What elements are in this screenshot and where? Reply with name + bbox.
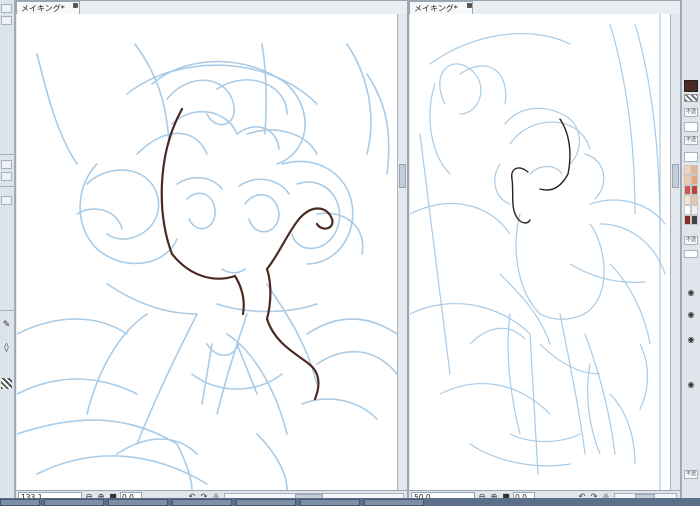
transparent-color-swatch[interactable] — [684, 94, 698, 102]
canvas-right[interactable] — [410, 14, 670, 490]
document-tab[interactable]: メイキング* — [409, 1, 473, 14]
taskbar-item[interactable] — [364, 499, 424, 506]
divider — [0, 154, 14, 155]
document-tab[interactable]: メイキング* — [16, 1, 80, 14]
layer-setting-button[interactable]: 不透 — [684, 236, 698, 245]
palette-swatch[interactable] — [691, 205, 698, 215]
transparent-color-icon[interactable] — [1, 378, 12, 389]
taskbar-item[interactable] — [300, 499, 360, 506]
palette-swatch[interactable] — [684, 215, 691, 225]
color-palette[interactable] — [684, 165, 698, 225]
document-tab-title: メイキング* — [21, 4, 65, 13]
tool-slot[interactable] — [1, 16, 12, 25]
taskbar-item[interactable] — [108, 499, 168, 506]
eye-icon[interactable]: ◉ — [686, 310, 696, 320]
palette-swatch[interactable] — [691, 215, 698, 225]
left-toolbar: ✎ ◊ — [0, 0, 15, 506]
main-color-swatch[interactable] — [684, 80, 698, 92]
layer-setting-button[interactable]: 不透 — [684, 136, 698, 145]
tool-slot[interactable] — [1, 172, 12, 181]
close-icon[interactable] — [73, 3, 78, 8]
tool-slot[interactable] — [1, 160, 12, 169]
vertical-scrollbar[interactable] — [670, 14, 680, 490]
palette-swatch[interactable] — [691, 165, 698, 175]
scrollbar-thumb[interactable] — [399, 164, 406, 188]
divider — [0, 310, 14, 311]
layer-setting-button[interactable]: 不透 — [684, 108, 698, 117]
palette-swatch[interactable] — [691, 185, 698, 195]
palette-swatch[interactable] — [691, 195, 698, 205]
eye-icon[interactable]: ◉ — [686, 380, 696, 390]
taskbar — [0, 498, 700, 506]
blank-swatch[interactable] — [684, 152, 698, 162]
taskbar-item[interactable] — [0, 499, 40, 506]
tool-slot[interactable] — [1, 196, 12, 205]
palette-swatch[interactable] — [691, 175, 698, 185]
sketch-artwork-full — [410, 14, 666, 490]
document-tab-title: メイキング* — [414, 4, 458, 13]
tool-slot[interactable] — [1, 4, 12, 13]
sketch-artwork-closeup — [17, 43, 397, 490]
divider — [0, 186, 14, 187]
blank-swatch[interactable] — [684, 250, 698, 258]
scrollbar-thumb[interactable] — [672, 164, 679, 188]
blank-swatch[interactable] — [684, 122, 698, 132]
taskbar-item[interactable] — [236, 499, 296, 506]
eye-icon[interactable]: ◉ — [686, 288, 696, 298]
taskbar-item[interactable] — [172, 499, 232, 506]
taskbar-item[interactable] — [44, 499, 104, 506]
water-drop-icon[interactable]: ◊ — [1, 343, 12, 354]
pen-icon[interactable]: ✎ — [1, 320, 12, 331]
vertical-scrollbar[interactable] — [397, 14, 407, 490]
palette-swatch[interactable] — [684, 175, 691, 185]
right-panel: 不透 不透 不透 ◉ ◉ ◉ ◉ 不透 — [681, 0, 700, 506]
canvas-left[interactable] — [17, 14, 397, 490]
close-icon[interactable] — [467, 3, 472, 8]
layer-setting-button[interactable]: 不透 — [684, 470, 698, 479]
palette-swatch[interactable] — [684, 195, 691, 205]
palette-swatch[interactable] — [684, 205, 691, 215]
eye-icon[interactable]: ◉ — [686, 335, 696, 345]
palette-swatch[interactable] — [684, 165, 691, 175]
palette-swatch[interactable] — [684, 185, 691, 195]
